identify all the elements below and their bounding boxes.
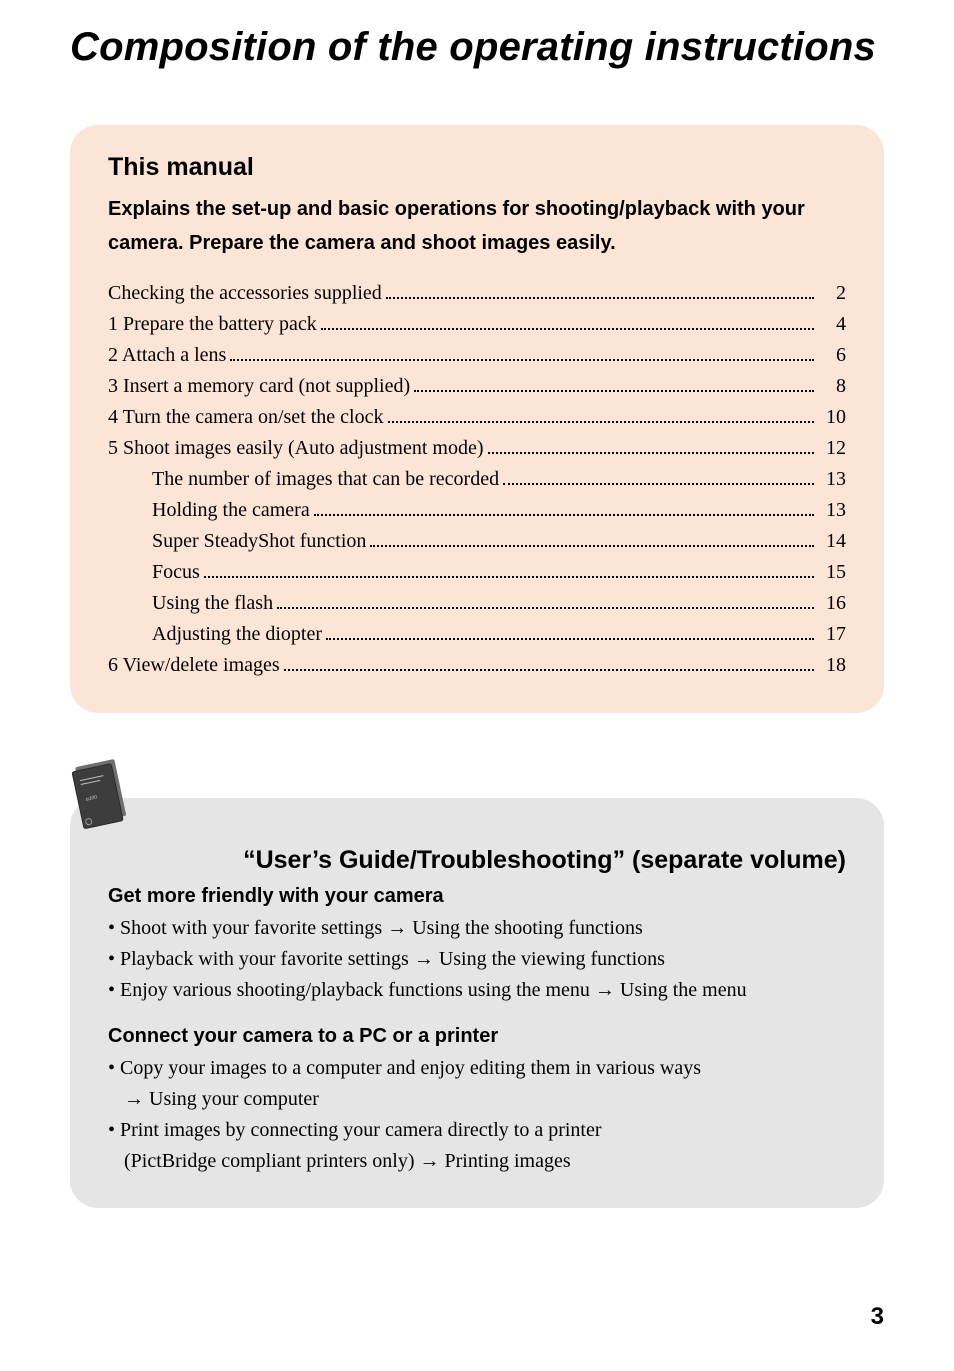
toc-page: 6 (818, 340, 846, 371)
bullet-continuation: → Using your computer (108, 1085, 846, 1114)
bullet-item: • Shoot with your favorite settings → Us… (108, 914, 846, 943)
toc-page: 17 (818, 619, 846, 650)
toc-dots (370, 529, 814, 547)
bullet-continuation: (PictBridge compliant printers only) → P… (108, 1147, 846, 1176)
toc-page: 8 (818, 371, 846, 402)
toc-label: 6 View/delete images (108, 650, 280, 681)
toc-dots (321, 312, 814, 330)
page-title: Composition of the operating instruction… (70, 25, 884, 70)
toc-dots (204, 560, 814, 578)
connect-heading: Connect your camera to a PC or a printer (108, 1025, 846, 1048)
toc-page: 10 (818, 402, 846, 433)
toc-dots (503, 467, 814, 485)
toc-row: The number of images that can be recorde… (108, 464, 846, 495)
toc-page: 18 (818, 650, 846, 681)
page-number: 3 (70, 1303, 884, 1331)
toc-row: Holding the camera 13 (108, 495, 846, 526)
toc-row: Super SteadyShot function 14 (108, 526, 846, 557)
toc-dots (326, 622, 814, 640)
bullet-item: • Enjoy various shooting/playback functi… (108, 976, 846, 1005)
toc-page: 16 (818, 588, 846, 619)
toc-page: 15 (818, 557, 846, 588)
toc-page: 13 (818, 464, 846, 495)
toc-row: Focus 15 (108, 557, 846, 588)
this-manual-panel: This manual Explains the set-up and basi… (70, 125, 884, 713)
toc-label: 5 Shoot images easily (Auto adjustment m… (108, 433, 484, 464)
toc-page: 12 (818, 433, 846, 464)
toc-page: 14 (818, 526, 846, 557)
toc-dots (388, 405, 815, 423)
toc-dots (314, 498, 814, 516)
this-manual-subheading: Explains the set-up and basic operations… (108, 192, 846, 260)
toc-dots (277, 591, 814, 609)
toc-page: 4 (818, 309, 846, 340)
friendly-bullets: • Shoot with your favorite settings → Us… (108, 914, 846, 1005)
toc-row: 3 Insert a memory card (not supplied) 8 (108, 371, 846, 402)
toc-label: 1 Prepare the battery pack (108, 309, 317, 340)
this-manual-heading: This manual (108, 153, 846, 182)
toc-row: 6 View/delete images 18 (108, 650, 846, 681)
toc-row: Adjusting the diopter 17 (108, 619, 846, 650)
toc-page: 13 (818, 495, 846, 526)
table-of-contents: Checking the accessories supplied21 Prep… (108, 278, 846, 681)
toc-dots (488, 436, 815, 454)
book-icon: α100 (64, 753, 134, 843)
toc-label: Holding the camera (152, 495, 310, 526)
toc-page: 2 (818, 278, 846, 309)
users-guide-panel: α100 “User’s Guide/Troubleshooting” (sep… (70, 798, 884, 1208)
toc-row: Using the flash 16 (108, 588, 846, 619)
bullet-item: • Playback with your favorite settings →… (108, 945, 846, 974)
toc-label: 3 Insert a memory card (not supplied) (108, 371, 410, 402)
toc-label: 4 Turn the camera on/set the clock (108, 402, 384, 433)
toc-row: 4 Turn the camera on/set the clock 10 (108, 402, 846, 433)
toc-row: Checking the accessories supplied 2 (108, 278, 846, 309)
toc-label: Checking the accessories supplied (108, 278, 382, 309)
toc-row: 1 Prepare the battery pack 4 (108, 309, 846, 340)
toc-label: The number of images that can be recorde… (152, 464, 499, 495)
toc-row: 2 Attach a lens 6 (108, 340, 846, 371)
toc-label: 2 Attach a lens (108, 340, 226, 371)
toc-label: Adjusting the diopter (152, 619, 322, 650)
toc-dots (230, 343, 814, 361)
users-guide-title: “User’s Guide/Troubleshooting” (separate… (108, 846, 846, 875)
bullet-item: • Copy your images to a computer and enj… (108, 1054, 846, 1083)
toc-dots (414, 374, 814, 392)
toc-row: 5 Shoot images easily (Auto adjustment m… (108, 433, 846, 464)
toc-label: Focus (152, 557, 200, 588)
toc-dots (386, 281, 814, 299)
bullet-item: • Print images by connecting your camera… (108, 1116, 846, 1145)
toc-label: Super SteadyShot function (152, 526, 366, 557)
connect-bullets: • Copy your images to a computer and enj… (108, 1054, 846, 1176)
toc-dots (284, 653, 814, 671)
friendly-heading: Get more friendly with your camera (108, 885, 846, 908)
toc-label: Using the flash (152, 588, 273, 619)
